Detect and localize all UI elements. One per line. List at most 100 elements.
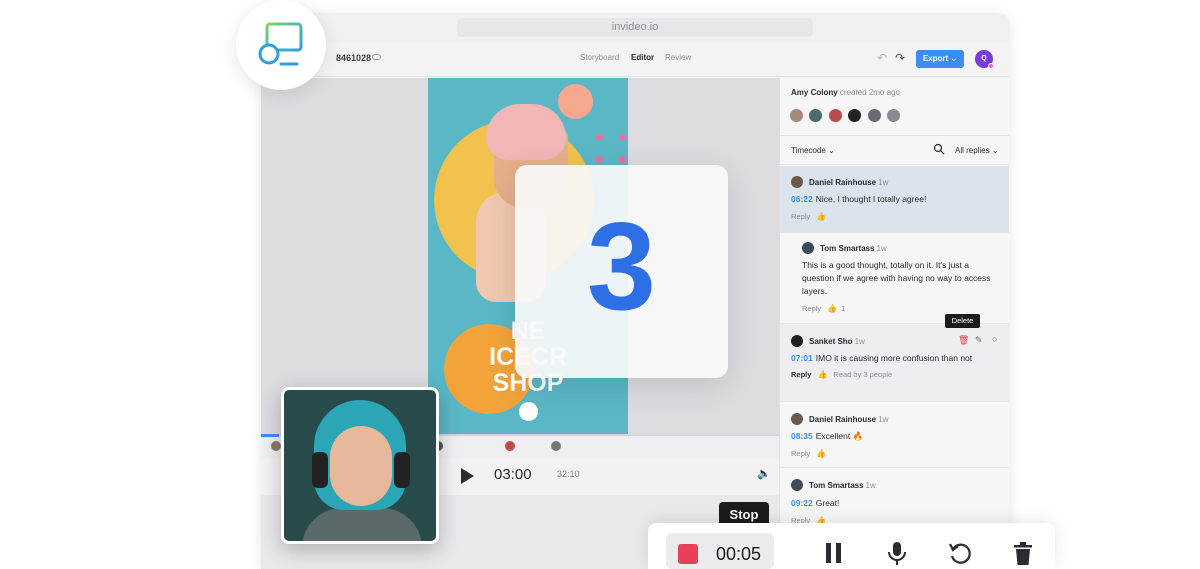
creator-name: Amy Colony xyxy=(791,88,838,97)
resolve-icon[interactable]: ○ xyxy=(992,334,997,344)
reply-row: Reply 👍 1 xyxy=(802,304,845,313)
recorder-logo-badge xyxy=(236,0,326,90)
read-receipt: Read by 3 people xyxy=(833,370,893,379)
pink-dot-shape xyxy=(596,134,603,141)
reply-button[interactable]: Reply xyxy=(802,304,821,313)
avatar xyxy=(791,335,803,347)
avatar xyxy=(791,413,803,425)
comment-body: 07:01 IMO it is causing more confusion th… xyxy=(791,352,1003,365)
pink-dot-shape xyxy=(596,156,603,163)
export-button[interactable]: Export ⌄ xyxy=(916,50,964,68)
presence-dot xyxy=(988,63,994,69)
timecode-filter[interactable]: Timecode ⌄ xyxy=(791,146,835,155)
screen-recorder-stage: invideo.io 8461028 Storyboard Editor Rev… xyxy=(0,0,1200,569)
webcam-preview[interactable] xyxy=(281,387,439,544)
comment-body: 09:22 Great! xyxy=(791,497,1003,510)
search-icon[interactable] xyxy=(933,143,945,155)
user-avatar[interactable]: Q xyxy=(975,50,994,69)
author-name: Daniel Rainhouse xyxy=(809,178,877,187)
stop-icon xyxy=(678,544,698,564)
comment-timecode[interactable]: 07:01 xyxy=(791,353,813,363)
pause-icon[interactable] xyxy=(821,540,847,566)
trash-icon[interactable]: 🗑 xyxy=(958,335,969,346)
comment-text: IMO it is causing more confusion than no… xyxy=(815,353,973,363)
total-duration: 32:10 xyxy=(557,469,580,479)
countdown-overlay: 3 xyxy=(515,165,728,378)
comment-text: This is a good thought, totally on it. I… xyxy=(802,260,991,296)
comment-item[interactable]: Sanket Sho 1w 🗑 ✎ ○ 07:01 IMO it is causin… xyxy=(780,324,1009,402)
redo-icon[interactable]: ↷ xyxy=(895,51,905,65)
play-icon[interactable] xyxy=(461,468,474,484)
replies-filter[interactable]: All replies ⌄ xyxy=(955,146,999,155)
comment-age: 1w xyxy=(854,337,865,346)
reply-button[interactable]: Reply xyxy=(791,212,810,221)
thumb-up-icon[interactable]: 👍 xyxy=(816,212,826,221)
current-timecode: 03:00 xyxy=(494,466,532,483)
like-count: 1 xyxy=(841,304,846,313)
comment-timecode[interactable]: 06:22 xyxy=(791,194,813,204)
avatar xyxy=(791,176,803,188)
pink-dot-shape xyxy=(619,134,626,141)
microphone-icon[interactable] xyxy=(884,540,910,566)
comment-item[interactable]: Daniel Rainhouse 1w 08:35 Excellent 🔥 Repl… xyxy=(780,402,1009,468)
reply-row: Reply 👍 xyxy=(791,212,826,221)
avatar[interactable] xyxy=(790,109,803,122)
headphone-right-shape xyxy=(394,452,410,488)
pink-dot-shape xyxy=(619,156,626,163)
thumb-up-icon[interactable]: 👍 xyxy=(827,304,837,313)
screen-record-logo-icon xyxy=(258,22,303,66)
avatar xyxy=(791,479,803,491)
avatar[interactable] xyxy=(848,109,862,122)
stop-recording-button[interactable]: 00:05 xyxy=(666,533,774,569)
comment-body: 08:35 Excellent 🔥 xyxy=(791,430,1003,443)
undo-icon[interactable]: ↶ xyxy=(877,51,887,65)
restart-icon[interactable] xyxy=(947,540,973,566)
tab-editor[interactable]: Editor xyxy=(631,53,654,62)
comment-marker[interactable] xyxy=(505,441,515,451)
avatar[interactable] xyxy=(887,109,901,122)
comment-age: 1w xyxy=(878,178,889,187)
collaborator-avatars xyxy=(790,109,902,127)
tab-review[interactable]: Review xyxy=(665,53,691,62)
edit-icon[interactable]: ✎ xyxy=(975,335,983,346)
headphone-left-shape xyxy=(312,452,328,488)
project-id: 8461028 xyxy=(336,53,372,63)
tab-storyboard[interactable]: Storyboard xyxy=(580,53,619,62)
reply-button[interactable]: Reply xyxy=(791,370,811,379)
ice-cream-scoop-shape xyxy=(486,104,566,160)
editor-header: 8461028 Storyboard Editor Review ↶ ↷ Exp… xyxy=(261,43,1009,77)
delete-tooltip: Delete xyxy=(945,314,980,328)
reply-button[interactable]: Reply xyxy=(791,449,810,458)
browser-bar: invideo.io xyxy=(261,13,1009,43)
reply-row: Reply 👍 Read by 3 people xyxy=(791,370,892,379)
creator-line: Amy Colony created 2mo ago xyxy=(791,88,900,97)
author-name: Sanket Sho xyxy=(809,337,853,346)
countdown-number: 3 xyxy=(587,198,656,336)
thumb-up-icon[interactable]: 👍 xyxy=(817,370,827,379)
creator-suffix: created 2mo ago xyxy=(839,88,900,97)
author-name: Tom Smartass xyxy=(809,481,864,490)
avatar[interactable] xyxy=(809,109,823,122)
comment-age: 1w xyxy=(876,244,887,253)
author-name: Tom Smartass xyxy=(820,244,875,253)
volume-icon[interactable]: 🔈 xyxy=(757,467,771,480)
comment-item[interactable]: Daniel Rainhouse 1w 06:22 Nice, I thought … xyxy=(780,166,1009,233)
comment-timecode[interactable]: 09:22 xyxy=(791,498,813,508)
comment-marker[interactable] xyxy=(551,441,561,451)
comment-timecode[interactable]: 08:35 xyxy=(791,431,813,441)
avatar[interactable] xyxy=(867,109,881,122)
comment-item[interactable]: Tom Smartass 1w This is a good thought, t… xyxy=(780,233,1009,324)
trash-icon[interactable] xyxy=(1010,540,1036,566)
shirt-shape xyxy=(302,508,422,541)
comment-age: 1w xyxy=(878,415,889,424)
recording-toolbar: 00:05 xyxy=(648,523,1055,569)
comment-age: 1w xyxy=(865,481,876,490)
comment-author: Tom Smartass 1w xyxy=(809,481,876,490)
comment-text: Nice, I thought I totally agree! xyxy=(815,194,927,204)
user-initial: Q xyxy=(981,55,987,62)
white-dot-shape xyxy=(519,402,538,421)
avatar[interactable] xyxy=(828,109,842,122)
thumb-up-icon[interactable]: 👍 xyxy=(816,449,826,458)
url-bar[interactable]: invideo.io xyxy=(457,18,813,37)
comment-marker[interactable] xyxy=(271,441,281,451)
